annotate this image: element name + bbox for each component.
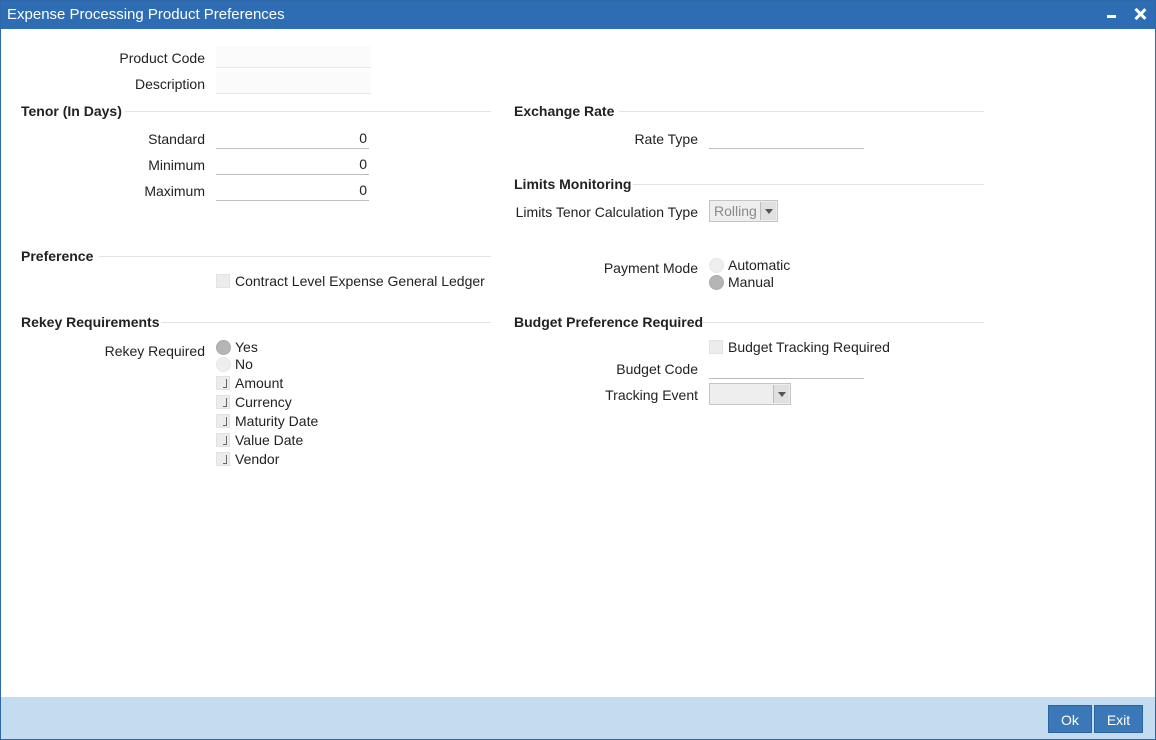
rekey-section-title: Rekey Requirements: [21, 314, 160, 330]
rekey-required-label: Rekey Required: [104, 343, 205, 359]
close-icon[interactable]: [1131, 5, 1149, 23]
payment-mode-label: Payment Mode: [603, 260, 698, 276]
product-code-field: [216, 46, 371, 68]
payment-manual-radio[interactable]: [709, 275, 724, 290]
tracking-event-label: Tracking Event: [605, 387, 698, 403]
rekey-currency-label: Currency: [235, 394, 292, 410]
tenor-maximum-input[interactable]: 0: [216, 181, 369, 201]
tenor-section-divider: [125, 111, 491, 112]
rekey-amount-checkbox[interactable]: [216, 376, 230, 390]
rekey-maturity-date-checkbox[interactable]: [216, 414, 230, 428]
budget-section-divider: [703, 322, 984, 323]
tenor-standard-label: Standard: [148, 131, 205, 147]
rekey-yes-radio[interactable]: [216, 340, 231, 355]
chevron-down-icon[interactable]: [773, 385, 789, 403]
limits-section-divider: [633, 184, 984, 185]
contract-gl-label: Contract Level Expense General Ledger: [235, 273, 485, 289]
tenor-section-title: Tenor (In Days): [21, 103, 122, 119]
dialog-window: Expense Processing Product Preferences P…: [0, 0, 1156, 740]
exchange-section-divider: [619, 111, 984, 112]
limits-tenor-calc-select[interactable]: Rolling: [709, 200, 778, 222]
rekey-value-date-checkbox[interactable]: [216, 433, 230, 447]
rekey-maturity-date-label: Maturity Date: [235, 413, 319, 429]
payment-automatic-label: Automatic: [728, 257, 791, 273]
title-bar[interactable]: Expense Processing Product Preferences: [1, 1, 1155, 29]
rekey-currency-checkbox[interactable]: [216, 395, 230, 409]
description-field: [216, 72, 371, 94]
limits-tenor-calc-label: Limits Tenor Calculation Type: [515, 204, 698, 220]
budget-tracking-checkbox[interactable]: [709, 340, 723, 354]
tenor-minimum-label: Minimum: [148, 157, 205, 173]
contract-gl-checkbox[interactable]: [216, 274, 230, 288]
rate-type-input[interactable]: [709, 129, 864, 149]
budget-code-label: Budget Code: [616, 361, 698, 377]
budget-tracking-label: Budget Tracking Required: [728, 339, 890, 355]
description-label: Description: [134, 76, 205, 92]
budget-section-title: Budget Preference Required: [514, 314, 704, 330]
budget-code-input[interactable]: [709, 359, 864, 379]
rekey-amount-label: Amount: [235, 375, 284, 391]
rekey-section-divider: [161, 322, 491, 323]
tenor-minimum-input[interactable]: 0: [216, 155, 369, 175]
exchange-section-title: Exchange Rate: [514, 103, 615, 119]
payment-automatic-radio[interactable]: [709, 258, 724, 273]
exit-button[interactable]: Exit: [1094, 705, 1143, 733]
ok-button[interactable]: Ok: [1048, 705, 1092, 733]
rekey-vendor-checkbox[interactable]: [216, 452, 230, 466]
limits-tenor-calc-value: Rolling: [714, 203, 757, 219]
rekey-yes-label: Yes: [235, 339, 258, 355]
tenor-standard-input[interactable]: 0: [216, 129, 369, 149]
limits-section-title: Limits Monitoring: [514, 176, 632, 192]
rekey-no-radio[interactable]: [216, 357, 231, 372]
window-title: Expense Processing Product Preferences: [7, 6, 285, 23]
tenor-maximum-label: Maximum: [144, 183, 205, 199]
rekey-value-date-label: Value Date: [235, 432, 304, 448]
dialog-footer: Ok Exit: [1, 697, 1155, 739]
rate-type-label: Rate Type: [634, 131, 698, 147]
rekey-no-label: No: [235, 356, 253, 372]
chevron-down-icon[interactable]: [760, 202, 776, 220]
minimize-icon[interactable]: [1103, 5, 1121, 23]
tracking-event-select[interactable]: [709, 383, 791, 405]
rekey-vendor-label: Vendor: [235, 451, 280, 467]
product-code-label: Product Code: [119, 50, 205, 66]
preference-section-title: Preference: [21, 248, 94, 264]
payment-manual-label: Manual: [728, 274, 774, 290]
preference-section-divider: [99, 256, 491, 257]
